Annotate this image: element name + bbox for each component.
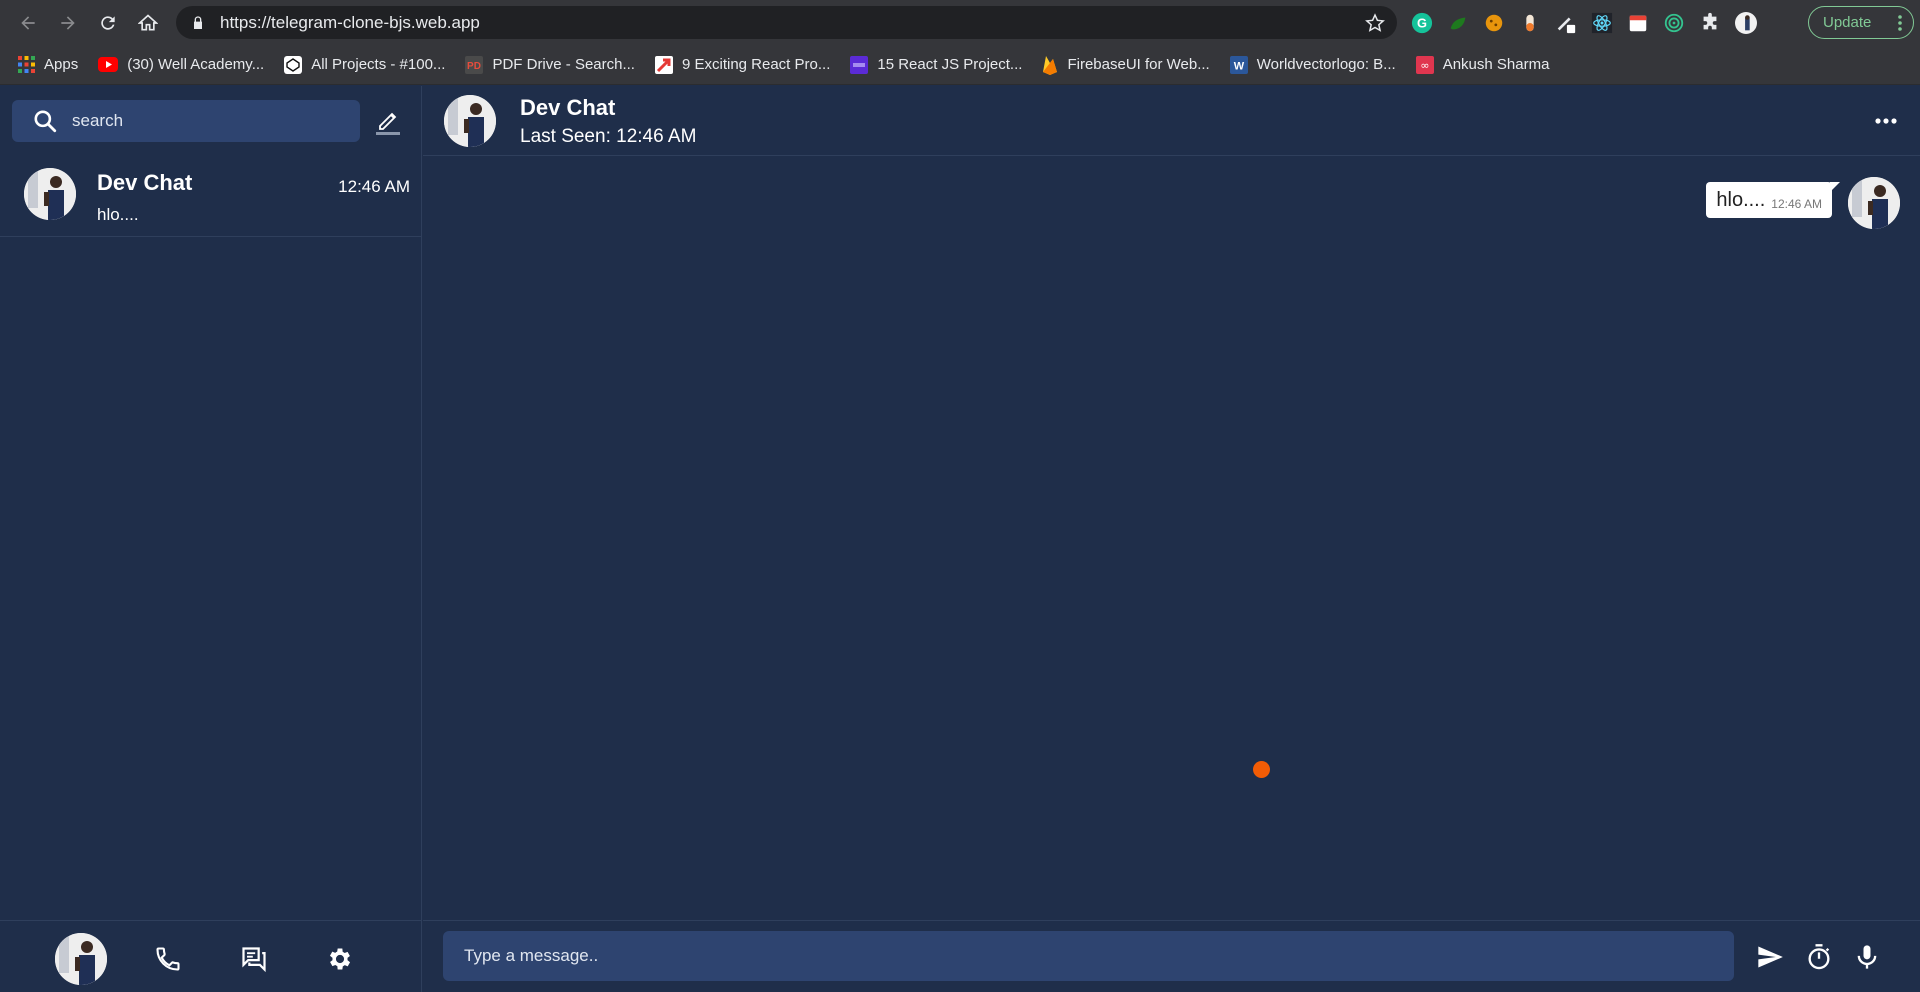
target-icon <box>1664 13 1684 32</box>
link-icon: ∞ <box>1415 55 1434 74</box>
bookmark-youtube[interactable]: (30) Well Academy... <box>98 56 264 73</box>
pen-extension[interactable] <box>1554 11 1578 35</box>
chat-header: Dev Chat Last Seen: 12:46 AM <box>423 86 1920 156</box>
sidebar: Dev Chat 12:46 AM hlo.... <box>0 86 422 992</box>
settings-gear-icon[interactable] <box>326 945 354 973</box>
arrow-left-icon <box>21 15 35 30</box>
message-input[interactable] <box>443 931 1734 981</box>
cookie-icon <box>1485 14 1503 31</box>
svg-text:∞: ∞ <box>1420 59 1429 72</box>
person-photo-icon <box>444 95 496 147</box>
cookie-extension[interactable] <box>1482 11 1506 35</box>
home-icon <box>138 13 158 30</box>
chat-panel: Dev Chat Last Seen: 12:46 AM hlo.... 12:… <box>423 86 1920 992</box>
message-bubble: hlo.... 12:46 AM <box>1706 182 1840 218</box>
message-time: 12:46 AM <box>1771 197 1822 211</box>
phone-icon[interactable] <box>154 945 182 973</box>
calendar-extension[interactable] <box>1626 11 1650 35</box>
calendar-icon <box>1629 15 1647 31</box>
react-icon <box>1591 12 1613 33</box>
puzzle-icon <box>1703 12 1717 29</box>
bookmark-codepen[interactable]: All Projects - #100... <box>284 55 445 74</box>
message-sender-avatar <box>1848 177 1900 229</box>
last-seen-status: Last Seen: 12:46 AM <box>520 126 697 147</box>
cursor-indicator <box>1253 761 1270 778</box>
leaf-icon <box>1450 17 1466 29</box>
target-extension[interactable] <box>1662 11 1686 35</box>
telegram-app: Dev Chat 12:46 AM hlo.... <box>0 86 1920 992</box>
svg-text:PD: PD <box>467 61 481 72</box>
chat-time: 12:46 AM <box>338 177 410 196</box>
codepen-icon <box>284 55 303 74</box>
message-text: hlo.... <box>1716 189 1766 211</box>
bookmark-react-js-projects[interactable]: 15 React JS Project... <box>850 55 1022 74</box>
svg-text:W: W <box>1234 60 1245 72</box>
star-icon[interactable] <box>1365 13 1385 33</box>
bookmark-firebaseui[interactable]: FirebaseUI for Web... <box>1042 55 1210 75</box>
pdf-drive-icon: PD <box>465 55 484 74</box>
bookmarks-bar: Apps (30) Well Academy... All Projects -… <box>0 45 1920 85</box>
home-button[interactable] <box>128 0 168 45</box>
svg-text:G: G <box>1417 15 1427 30</box>
bookmark-pdf-drive[interactable]: PD PDF Drive - Search... <box>465 55 635 74</box>
timer-icon[interactable] <box>1805 943 1833 971</box>
bookmark-red-icon <box>654 55 673 74</box>
more-options-icon[interactable] <box>1874 111 1898 131</box>
chat-header-avatar[interactable] <box>444 95 496 147</box>
word-icon: W <box>1229 55 1248 74</box>
edit-icon[interactable] <box>374 106 402 136</box>
grammarly-icon: G <box>1411 12 1433 33</box>
lock-icon <box>194 15 202 29</box>
arrow-right-icon <box>61 15 75 30</box>
update-label: Update <box>1823 14 1872 31</box>
extensions-button[interactable] <box>1698 11 1722 35</box>
reload-icon <box>101 15 115 30</box>
chats-icon[interactable] <box>240 945 268 973</box>
address-bar[interactable]: https://telegram-clone-bjs.web.app <box>176 6 1397 39</box>
chat-avatar <box>24 168 76 220</box>
youtube-icon <box>98 57 119 72</box>
bookmark-purple-icon <box>850 55 869 74</box>
firebase-icon <box>1043 55 1058 75</box>
profile-button[interactable] <box>1734 11 1758 35</box>
search-icon <box>34 110 57 133</box>
pen-icon <box>1557 17 1576 33</box>
person-photo-icon <box>55 933 107 985</box>
grammarly-extension[interactable]: G <box>1410 11 1434 35</box>
forward-button[interactable] <box>48 0 88 45</box>
react-devtools-extension[interactable] <box>1590 11 1614 35</box>
bookmark-react-projects[interactable]: 9 Exciting React Pro... <box>654 55 830 74</box>
search-box[interactable] <box>12 100 360 142</box>
send-icon[interactable] <box>1756 943 1784 971</box>
search-input[interactable] <box>72 111 342 131</box>
extensions-area: G <box>1410 0 1758 45</box>
person-photo-icon <box>24 168 76 220</box>
profile-avatar-icon <box>1735 11 1757 34</box>
person-photo-icon <box>1848 177 1900 229</box>
apps-grid-icon <box>18 56 35 73</box>
update-button[interactable]: Update <box>1808 6 1914 39</box>
chat-preview: hlo.... <box>97 205 139 224</box>
bookmark-ankush-sharma[interactable]: ∞ Ankush Sharma <box>1415 55 1549 74</box>
bookmark-apps[interactable]: Apps <box>18 56 78 73</box>
message-composer <box>423 920 1920 992</box>
microphone-icon[interactable] <box>1853 943 1881 971</box>
capsule-icon <box>1526 14 1534 31</box>
reload-button[interactable] <box>88 0 128 45</box>
message-area: hlo.... 12:46 AM <box>423 157 1920 920</box>
chat-list-item[interactable]: Dev Chat 12:46 AM hlo.... <box>0 158 422 237</box>
url-text: https://telegram-clone-bjs.web.app <box>220 12 480 32</box>
leaf-extension[interactable] <box>1446 11 1470 35</box>
bookmark-worldvectorlogo[interactable]: W Worldvectorlogo: B... <box>1229 55 1396 74</box>
user-avatar[interactable] <box>55 933 107 985</box>
sidebar-bottom-bar <box>0 920 422 992</box>
menu-dots-icon <box>1898 15 1902 31</box>
back-button[interactable] <box>8 0 48 45</box>
capsule-extension[interactable] <box>1518 11 1542 35</box>
chat-name: Dev Chat <box>97 170 193 195</box>
browser-toolbar: https://telegram-clone-bjs.web.app G Upd… <box>0 0 1920 45</box>
chat-title: Dev Chat <box>520 95 616 120</box>
